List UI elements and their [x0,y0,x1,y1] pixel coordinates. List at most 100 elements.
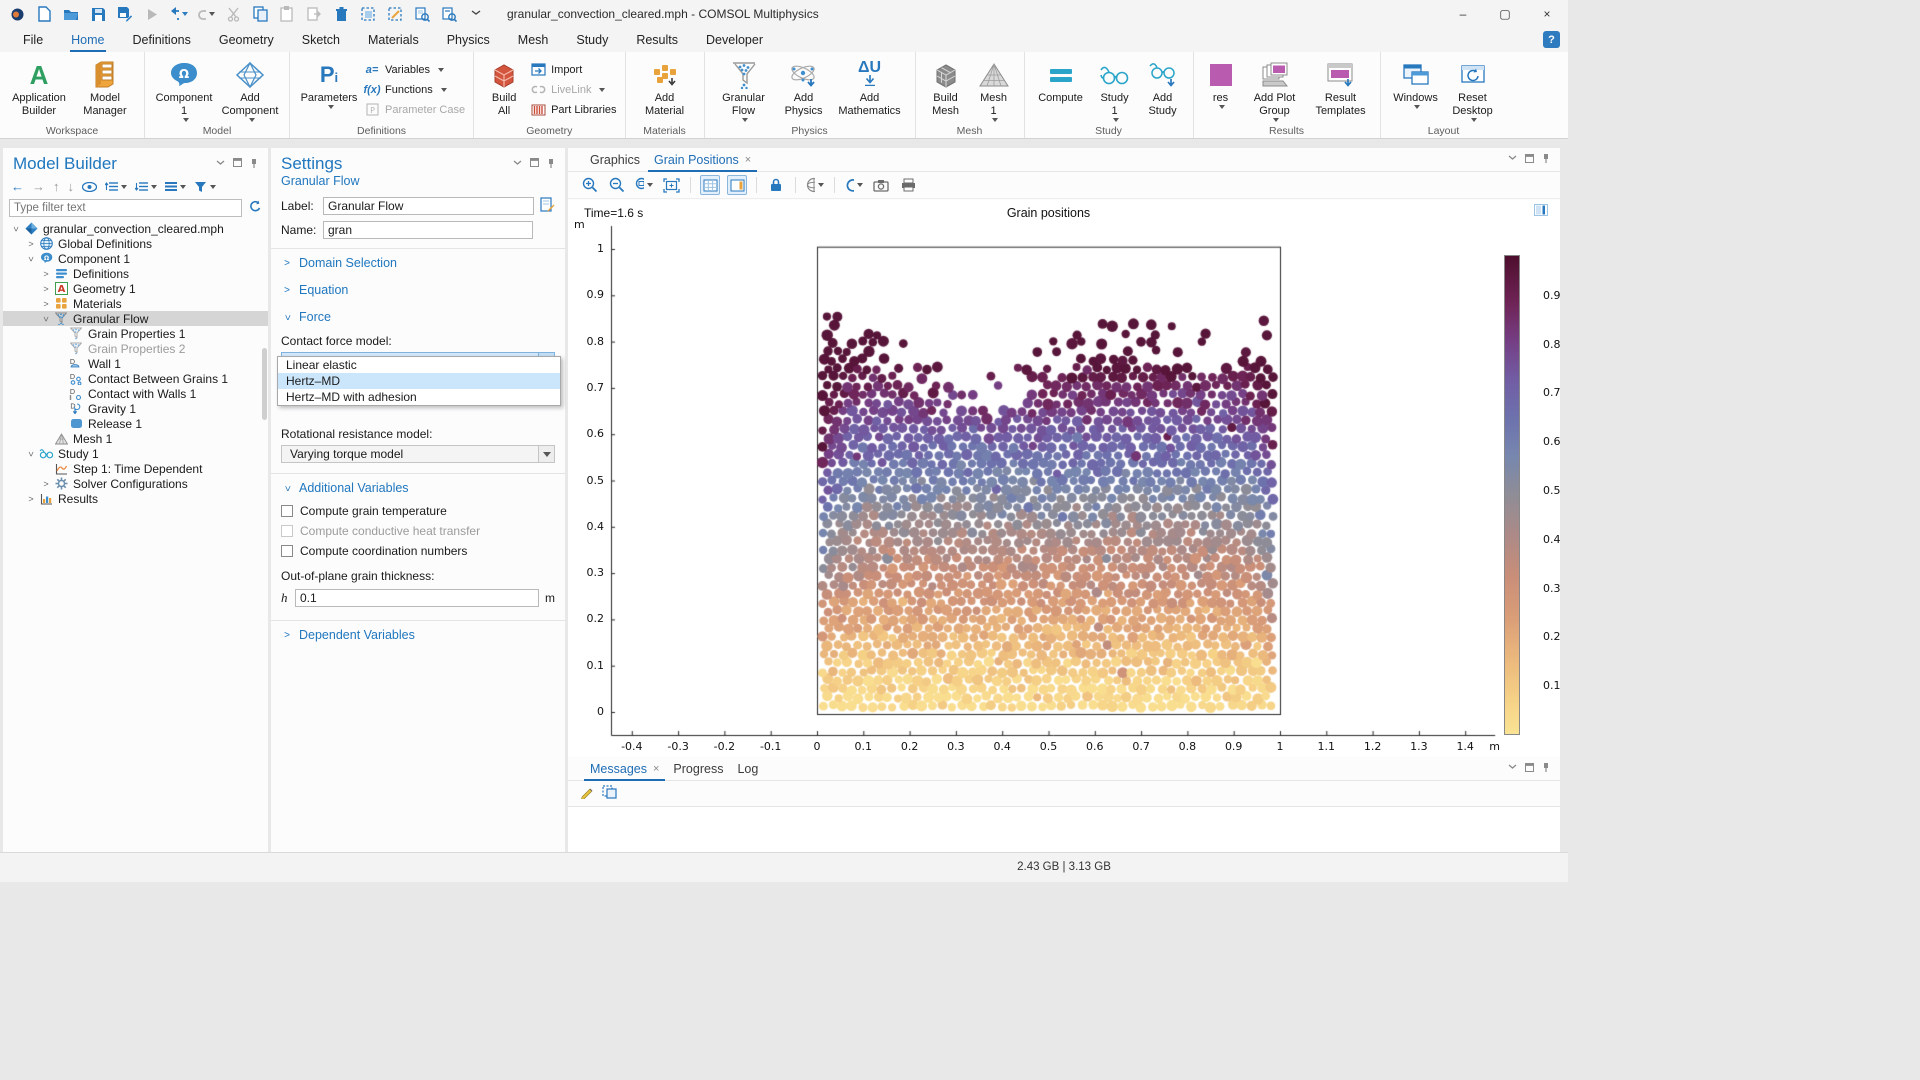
close-tab-icon[interactable]: × [745,154,751,166]
chevron-down-icon[interactable]: > [26,252,36,266]
tree-item-geometry-1[interactable]: >AGeometry 1 [3,281,268,296]
compute-button[interactable]: Compute [1033,56,1089,107]
copy-messages-button[interactable] [602,785,617,802]
functions-caret[interactable] [441,88,447,92]
tab-log[interactable]: Log [731,759,764,780]
compute-grain-temperature-checkbox[interactable]: Compute grain temperature [271,501,565,521]
plot-area[interactable]: Time=1.6 s Grain positions m -0.4-0.3-0.… [568,200,1560,757]
component-caret[interactable] [183,118,189,122]
section-equation[interactable]: > Equation [271,276,565,303]
mesh-1-caret[interactable] [992,118,998,122]
zoom-in-button[interactable] [580,175,600,195]
livelink-button[interactable]: LiveLink [530,82,616,97]
menu-definitions[interactable]: Definitions [132,30,192,50]
print-button[interactable] [898,175,918,195]
save-button[interactable] [89,5,107,23]
menu-home[interactable]: Home [70,30,105,50]
rotational-resistance-combo[interactable]: Varying torque model [281,445,555,463]
result-templates-button[interactable]: Result Templates [1310,56,1372,120]
rename-label-button[interactable] [540,197,555,215]
windows-button[interactable]: Windows [1389,56,1443,111]
tree-item-solver-configurations[interactable]: >Solver Configurations [3,476,268,491]
menu-materials[interactable]: Materials [367,30,420,50]
panel-menu-chevron-icon[interactable] [513,159,522,170]
chevron-down-icon[interactable]: > [26,447,36,461]
cut-button[interactable] [224,5,242,23]
zoom-extents-button[interactable] [661,175,681,195]
label-input[interactable] [323,197,534,215]
variables-caret[interactable] [438,68,444,72]
add-component-button[interactable]: Add Component [219,56,281,124]
granular-flow-ribbon-button[interactable]: Granular Flow [713,56,775,124]
section-dependent-variables[interactable]: > Dependent Variables [271,621,565,648]
chevron-right-icon[interactable]: > [39,269,53,279]
save-as-button[interactable] [116,5,134,23]
float-panel-icon[interactable] [1525,763,1534,775]
expand-up-caret[interactable] [121,185,127,189]
run-button[interactable] [143,5,161,23]
parameters-caret[interactable] [328,105,334,109]
tree-item-grain-properties-1[interactable]: Grain Properties 1 [3,326,268,341]
menu-geometry[interactable]: Geometry [218,30,275,50]
lock-axes-button[interactable] [766,175,786,195]
show-legend-toggle[interactable] [727,175,747,195]
build-mesh-button[interactable]: Build Mesh [924,56,968,120]
dropdown-option-linear-elastic[interactable]: Linear elastic [278,357,560,373]
checkbox-icon[interactable] [281,505,293,517]
import-button[interactable]: Import [530,62,616,77]
application-builder-button[interactable]: A Application Builder [8,56,70,120]
add-material-button[interactable]: Add Material [634,56,696,120]
close-button[interactable]: × [1526,0,1568,28]
new-file-button[interactable] [35,5,53,23]
move-down-icon[interactable]: ↓ [68,179,75,194]
clear-messages-button[interactable] [580,785,594,802]
add-component-caret[interactable] [249,118,255,122]
pin-panel-icon[interactable] [1542,153,1550,166]
menu-results[interactable]: Results [635,30,679,50]
panel-menu-chevron-icon[interactable] [1508,154,1517,165]
customize-toolbar-chevron[interactable] [467,5,485,23]
menu-mesh[interactable]: Mesh [517,30,550,50]
back-arrow-icon[interactable]: ← [11,179,24,194]
scene-settings-caret[interactable] [818,183,824,187]
float-panel-icon[interactable] [1525,154,1534,166]
tree-item-definitions[interactable]: >Definitions [3,266,268,281]
add-plot-group-button[interactable]: Add Plot Group [1244,56,1306,124]
show-grid-toggle[interactable] [700,175,720,195]
tab-graphics[interactable]: Graphics [584,150,646,171]
parameter-case-button[interactable]: P Parameter Case [364,102,465,117]
panel-menu-chevron-icon[interactable] [216,159,225,170]
paste-button[interactable] [278,5,296,23]
chevron-down-icon[interactable]: > [11,222,21,236]
part-libraries-button[interactable]: Part Libraries [530,102,616,117]
section-force[interactable]: > Force [271,303,565,330]
tree-item-global-definitions[interactable]: >Global Definitions [3,236,268,251]
compute-conductive-heat-transfer-checkbox[interactable]: Compute conductive heat transfer [271,521,565,541]
chevron-right-icon[interactable]: > [24,239,38,249]
move-up-icon[interactable]: ↑ [53,179,60,194]
reset-desktop-button[interactable]: Reset Desktop [1447,56,1499,124]
chevron-right-icon[interactable]: > [39,479,53,489]
forward-arrow-icon[interactable]: → [32,179,45,194]
open-file-button[interactable] [62,5,80,23]
menu-study[interactable]: Study [575,30,609,50]
float-panel-icon[interactable] [530,158,539,170]
parameters-button[interactable]: Pi Parameters [298,56,360,111]
variables-button[interactable]: a= Variables [364,62,465,77]
chevron-right-icon[interactable]: > [24,494,38,504]
menu-file[interactable]: File [22,30,44,50]
functions-button[interactable]: f(x) Functions [364,82,465,97]
panel-menu-chevron-icon[interactable] [1508,763,1517,774]
granular-flow-ribbon-caret[interactable] [742,118,748,122]
reset-desktop-caret[interactable] [1471,118,1477,122]
redo-menu-caret[interactable] [209,12,215,16]
tree-item-results[interactable]: >Results [3,491,268,506]
section-additional-variables[interactable]: > Additional Variables [271,474,565,501]
add-mathematics-button[interactable]: ΔU Add Mathematics [833,56,907,120]
build-all-button[interactable]: Build All [482,56,526,120]
colorbar-visibility-icon[interactable] [1534,204,1548,219]
collapse-expand-up-icon[interactable] [105,181,127,192]
duplicate-button[interactable] [305,5,323,23]
chevron-right-icon[interactable]: > [39,299,53,309]
tab-messages[interactable]: Messages × [584,759,665,780]
